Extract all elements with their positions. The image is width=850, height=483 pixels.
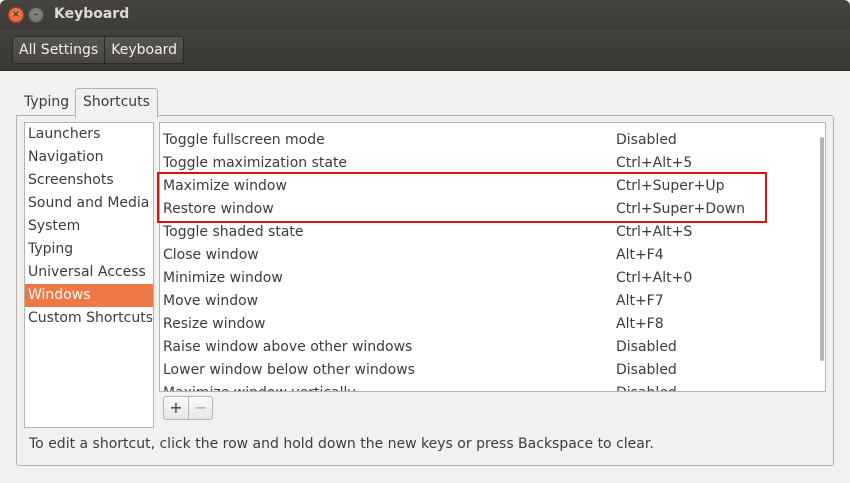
shortcut-key: Ctrl+Super+Up — [616, 178, 725, 194]
shortcut-key: Alt+F4 — [616, 247, 664, 263]
window-title: Keyboard — [54, 6, 130, 22]
table-row[interactable]: Toggle fullscreen mode Disabled — [160, 129, 820, 152]
shortcut-name: Maximize window — [163, 178, 287, 194]
shortcut-key: Disabled — [616, 362, 677, 378]
shortcut-key: Ctrl+Alt+5 — [616, 155, 693, 171]
table-row[interactable]: Toggle shaded state Ctrl+Alt+S — [160, 221, 820, 244]
shortcut-list: Toggle fullscreen mode Disabled Toggle ma… — [159, 122, 826, 392]
table-row[interactable]: Restore window Ctrl+Super+Down — [160, 198, 820, 221]
table-row[interactable]: Maximize window vertically Disabled — [160, 382, 820, 391]
table-row[interactable]: Raise window above other windows Disabled — [160, 336, 820, 359]
hint-text: To edit a shortcut, click the row and ho… — [29, 436, 654, 452]
shortcut-key: Alt+F8 — [616, 316, 664, 332]
shortcut-key: Disabled — [616, 132, 677, 148]
sidebar-item-universal-access[interactable]: Universal Access — [25, 261, 153, 284]
category-list: Launchers Navigation Screenshots Sound a… — [24, 122, 154, 428]
shortcut-name: Toggle maximization state — [163, 155, 348, 171]
shortcut-key: Disabled — [616, 382, 677, 391]
breadcrumb: All Settings Keyboard — [12, 36, 185, 64]
shortcut-key: Disabled — [616, 339, 677, 355]
shortcut-name: Restore window — [163, 201, 274, 217]
sidebar-item-typing[interactable]: Typing — [25, 238, 153, 261]
tab-shortcuts[interactable]: Shortcuts — [75, 88, 158, 118]
sidebar-item-navigation[interactable]: Navigation — [25, 146, 153, 169]
table-row[interactable]: Minimize window Ctrl+Alt+0 — [160, 267, 820, 290]
shortcut-name: Toggle shaded state — [163, 224, 304, 240]
remove-shortcut-button[interactable]: − — [188, 397, 212, 419]
table-row[interactable]: Close window Alt+F4 — [160, 244, 820, 267]
table-row[interactable]: Toggle maximization state Ctrl+Alt+5 — [160, 152, 820, 175]
breadcrumb-all-settings[interactable]: All Settings — [13, 37, 104, 63]
table-row[interactable]: Maximize window Ctrl+Super+Up — [160, 175, 820, 198]
shortcut-name: Move window — [163, 293, 259, 309]
shortcut-key: Ctrl+Alt+S — [616, 224, 693, 240]
sidebar-item-sound-and-media[interactable]: Sound and Media — [25, 192, 153, 215]
list-toolbar: + − — [163, 396, 213, 420]
shortcut-name: Close window — [163, 247, 259, 263]
table-row[interactable]: Move window Alt+F7 — [160, 290, 820, 313]
shortcut-key: Ctrl+Alt+0 — [616, 270, 693, 286]
tab-typing[interactable]: Typing — [16, 88, 77, 116]
close-icon: × — [11, 9, 21, 20]
breadcrumb-keyboard[interactable]: Keyboard — [104, 37, 183, 63]
sidebar-item-screenshots[interactable]: Screenshots — [25, 169, 153, 192]
shortcut-key: Alt+F7 — [616, 293, 664, 309]
minimize-icon: – — [33, 9, 39, 20]
title-bar: × – Keyboard — [0, 0, 850, 30]
shortcut-name: Maximize window vertically — [163, 382, 356, 391]
minimize-button[interactable]: – — [28, 7, 44, 23]
scrollbar[interactable] — [820, 137, 824, 361]
sidebar-item-launchers[interactable]: Launchers — [25, 123, 153, 146]
shortcut-name: Minimize window — [163, 270, 283, 286]
sidebar-item-system[interactable]: System — [25, 215, 153, 238]
shortcut-name: Raise window above other windows — [163, 339, 413, 355]
shortcut-key: Ctrl+Super+Down — [616, 201, 746, 217]
table-row[interactable]: Lower window below other windows Disabled — [160, 359, 820, 382]
shortcut-name: Toggle fullscreen mode — [163, 132, 325, 148]
close-button[interactable]: × — [8, 7, 24, 23]
table-row[interactable]: Resize window Alt+F8 — [160, 313, 820, 336]
shortcut-name: Resize window — [163, 316, 266, 332]
add-shortcut-button[interactable]: + — [164, 397, 188, 419]
shortcut-name: Lower window below other windows — [163, 362, 415, 378]
header-bar: All Settings Keyboard — [0, 30, 850, 71]
sidebar-item-windows[interactable]: Windows — [25, 284, 153, 307]
sidebar-item-custom-shortcuts[interactable]: Custom Shortcuts — [25, 307, 153, 330]
